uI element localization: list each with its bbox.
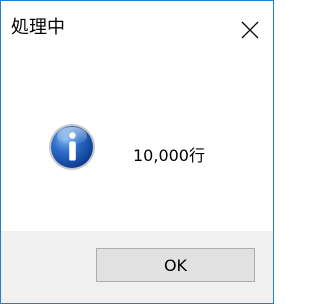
close-icon xyxy=(241,21,259,39)
close-button[interactable] xyxy=(227,1,273,59)
dialog-message: 10,000行 xyxy=(133,146,205,165)
information-icon xyxy=(47,122,97,172)
ok-button[interactable]: OK xyxy=(96,248,255,282)
dialog-body: 10,000行 xyxy=(1,59,273,231)
title-bar: 処理中 xyxy=(1,1,273,59)
dialog-window: 処理中 10,000行 OK xyxy=(0,0,274,304)
dialog-title: 処理中 xyxy=(11,17,65,38)
dialog-footer: OK xyxy=(1,231,273,303)
